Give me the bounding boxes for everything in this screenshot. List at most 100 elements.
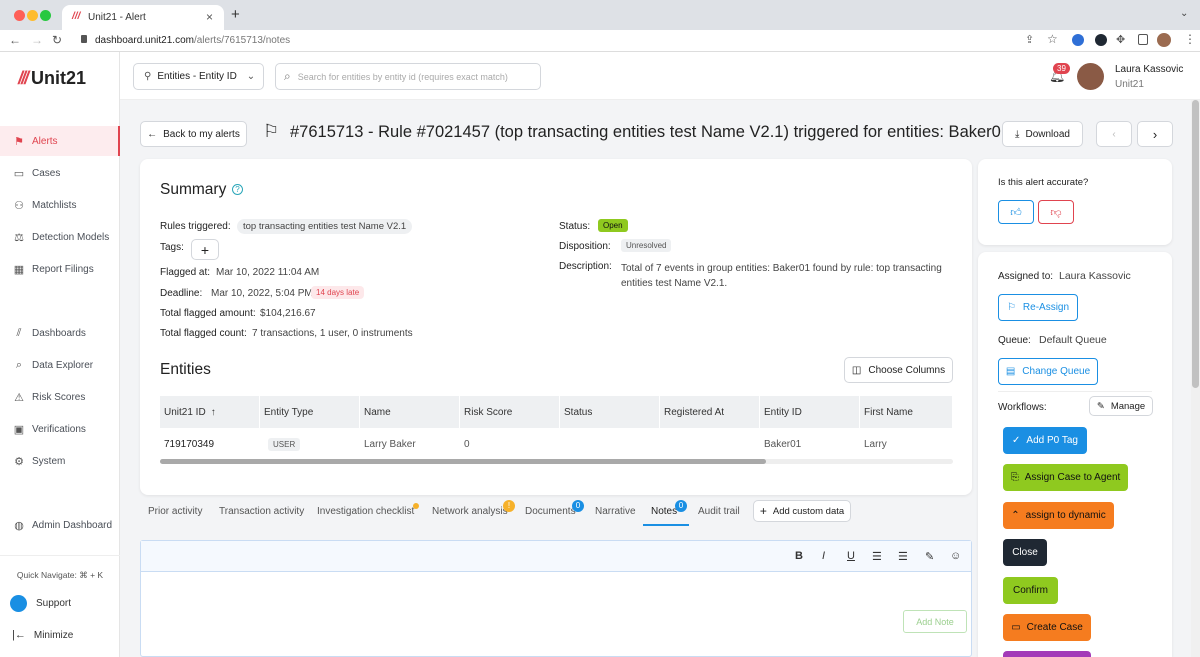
new-tab-icon[interactable]: + <box>231 6 240 23</box>
unit21-logo-icon: /// <box>18 68 29 88</box>
sidebar-item-cases[interactable]: ▭ Cases <box>0 158 120 188</box>
table-row[interactable]: 719170349 USER Larry Baker 0 Baker01 Lar… <box>160 430 953 458</box>
next-alert-button[interactable]: › <box>1137 121 1173 147</box>
workflow-assign-case-to-agent-button[interactable]: ⎘ Assign Case to Agent <box>1003 464 1128 491</box>
double-chevron-up-icon: ⌃ <box>1011 510 1020 521</box>
table-horizontal-scrollbar[interactable] <box>160 459 953 464</box>
column-header[interactable]: Registered At <box>660 396 760 428</box>
numbered-list-icon[interactable]: ☰ <box>898 550 908 563</box>
workflow-button-partial[interactable] <box>1003 651 1091 657</box>
thumbs-down-button[interactable]: 👎︎ <box>1038 200 1074 224</box>
maximize-window-icon[interactable] <box>40 10 51 21</box>
sidepanel-icon[interactable] <box>1138 34 1148 45</box>
deadline-value: Mar 10, 2022, 5:04 PM <box>211 288 313 299</box>
tab-network-analysis[interactable]: Network analysis <box>432 506 508 517</box>
share-icon[interactable]: ⇪ <box>1025 33 1034 46</box>
sidebar-item-admin-dashboard[interactable]: ◍ Admin Dashboard <box>0 510 120 540</box>
sidebar-item-detection-models[interactable]: ⚖ Detection Models <box>0 222 120 252</box>
plus-icon: + <box>200 241 210 258</box>
reassign-button[interactable]: ⚐ Re-Assign <box>998 294 1078 321</box>
thumbs-up-button[interactable]: 👍︎ <box>998 200 1034 224</box>
pen-icon[interactable]: ✎ <box>925 550 934 563</box>
entity-search-input[interactable]: ⌕ Search for entities by entity id (requ… <box>275 63 541 90</box>
workflow-add-p0-tag-button[interactable]: ✓ Add P0 Tag <box>1003 427 1087 454</box>
tab-notes[interactable]: Notes <box>651 506 677 517</box>
sidebar-item-matchlists[interactable]: ⚇ Matchlists <box>0 190 120 220</box>
sidebar-item-label: Cases <box>32 167 61 179</box>
workflow-create-case-button[interactable]: ▭ Create Case <box>1003 614 1091 641</box>
back-button[interactable]: ← Back to my alerts <box>140 121 247 147</box>
tab-investigation-checklist[interactable]: Investigation checklist <box>317 506 414 517</box>
workflow-confirm-button[interactable]: Confirm <box>1003 577 1058 604</box>
add-note-button[interactable]: Add Note <box>903 610 967 633</box>
bold-icon[interactable]: B <box>795 550 803 562</box>
sidebar-item-data-explorer[interactable]: ⌕ Data Explorer <box>0 350 120 380</box>
column-header[interactable]: Risk Score <box>460 396 560 428</box>
emoji-icon[interactable]: ☺ <box>950 550 961 562</box>
scrollbar-thumb[interactable] <box>1192 100 1199 388</box>
disposition-label: Disposition: <box>559 241 611 252</box>
reload-icon[interactable]: ↻ <box>52 33 62 47</box>
url-text[interactable]: dashboard.unit21.com/alerts/7615713/note… <box>95 35 290 46</box>
avatar[interactable] <box>1077 63 1104 90</box>
sidebar-item-verifications[interactable]: ▣ Verifications <box>0 414 120 444</box>
tab-prior-activity[interactable]: Prior activity <box>148 506 202 517</box>
sidebar-item-alerts[interactable]: ⚑ Alerts <box>0 126 120 156</box>
forward-arrow-icon[interactable]: → <box>31 33 43 47</box>
workflow-close-button[interactable]: Close <box>1003 539 1047 566</box>
bullet-list-icon[interactable]: ☰ <box>872 550 882 563</box>
user-icon: ⚲ <box>144 71 152 82</box>
minimize-window-icon[interactable] <box>27 10 38 21</box>
columns-icon: ◫ <box>851 364 862 376</box>
tab-narrative[interactable]: Narrative <box>595 506 636 517</box>
tab-transaction-activity[interactable]: Transaction activity <box>219 506 304 517</box>
column-header[interactable]: Entity Type <box>260 396 360 428</box>
column-header[interactable]: Unit21 ID ↑ <box>160 396 260 428</box>
choose-columns-button[interactable]: ◫ Choose Columns <box>844 357 953 383</box>
late-badge: 14 days late <box>311 286 365 299</box>
flagged-at-value: Mar 10, 2022 11:04 AM <box>216 267 320 278</box>
tab-audit-trail[interactable]: Audit trail <box>698 506 740 517</box>
column-header[interactable]: First Name <box>860 396 953 428</box>
page-scrollbar[interactable] <box>1191 100 1200 657</box>
italic-icon[interactable]: I <box>822 550 825 562</box>
underline-icon[interactable]: U <box>847 550 855 562</box>
profile-avatar-icon[interactable] <box>1157 33 1171 47</box>
entity-type-select[interactable]: ⚲ Entities - Entity ID ⌄ <box>133 63 264 90</box>
scrollbar-thumb[interactable] <box>160 459 766 464</box>
close-window-icon[interactable] <box>14 10 25 21</box>
sidebar-item-report-filings[interactable]: ▦ Report Filings <box>0 254 120 284</box>
sidebar-item-system[interactable]: ⚙ System <box>0 446 120 476</box>
chat-bubble-icon <box>10 595 27 612</box>
tab-documents[interactable]: Documents <box>525 506 576 517</box>
download-button[interactable]: ⤓ Download <box>1002 121 1083 147</box>
tab-search-chevron-icon[interactable]: ⌄ <box>1180 8 1188 19</box>
extension-icon[interactable] <box>1072 34 1084 46</box>
previous-alert-button[interactable]: ‹ <box>1096 121 1132 147</box>
column-header[interactable]: Status <box>560 396 660 428</box>
change-queue-button[interactable]: ▤ Change Queue <box>998 358 1098 385</box>
manage-workflows-button[interactable]: ✎ Manage <box>1089 396 1153 416</box>
bookmark-star-icon[interactable]: ☆ <box>1047 32 1058 46</box>
add-custom-data-button[interactable]: + Add custom data <box>753 500 851 522</box>
sidebar-item-dashboards[interactable]: ⫽ Dashboards <box>0 318 120 348</box>
add-tag-button[interactable]: + <box>191 239 219 260</box>
table-cell: Larry <box>864 438 887 450</box>
close-tab-icon[interactable]: × <box>206 10 213 24</box>
puzzle-icon[interactable]: ✥ <box>1116 33 1125 46</box>
support-link[interactable]: Support <box>10 595 71 612</box>
note-textarea[interactable] <box>141 573 971 657</box>
column-header[interactable]: Name <box>360 396 460 428</box>
browser-tab[interactable]: /// Unit21 - Alert × <box>62 5 224 30</box>
back-arrow-icon[interactable]: ← <box>9 33 21 47</box>
extension-icon[interactable] <box>1095 34 1107 46</box>
sidebar-item-risk-scores[interactable]: ⚠ Risk Scores <box>0 382 120 412</box>
workflow-assign-to-dynamic-button[interactable]: ⌃ assign to dynamic <box>1003 502 1114 529</box>
help-icon[interactable]: ? <box>232 184 243 195</box>
logo[interactable]: /// Unit21 <box>18 68 86 89</box>
minimize-link[interactable]: |← Minimize <box>12 629 73 641</box>
column-header[interactable]: Entity ID <box>760 396 860 428</box>
sidebar-item-label: Report Filings <box>32 263 94 275</box>
rule-pill[interactable]: top transacting entities test Name V2.1 <box>237 219 413 234</box>
browser-menu-icon[interactable]: ⋮ <box>1184 32 1196 46</box>
